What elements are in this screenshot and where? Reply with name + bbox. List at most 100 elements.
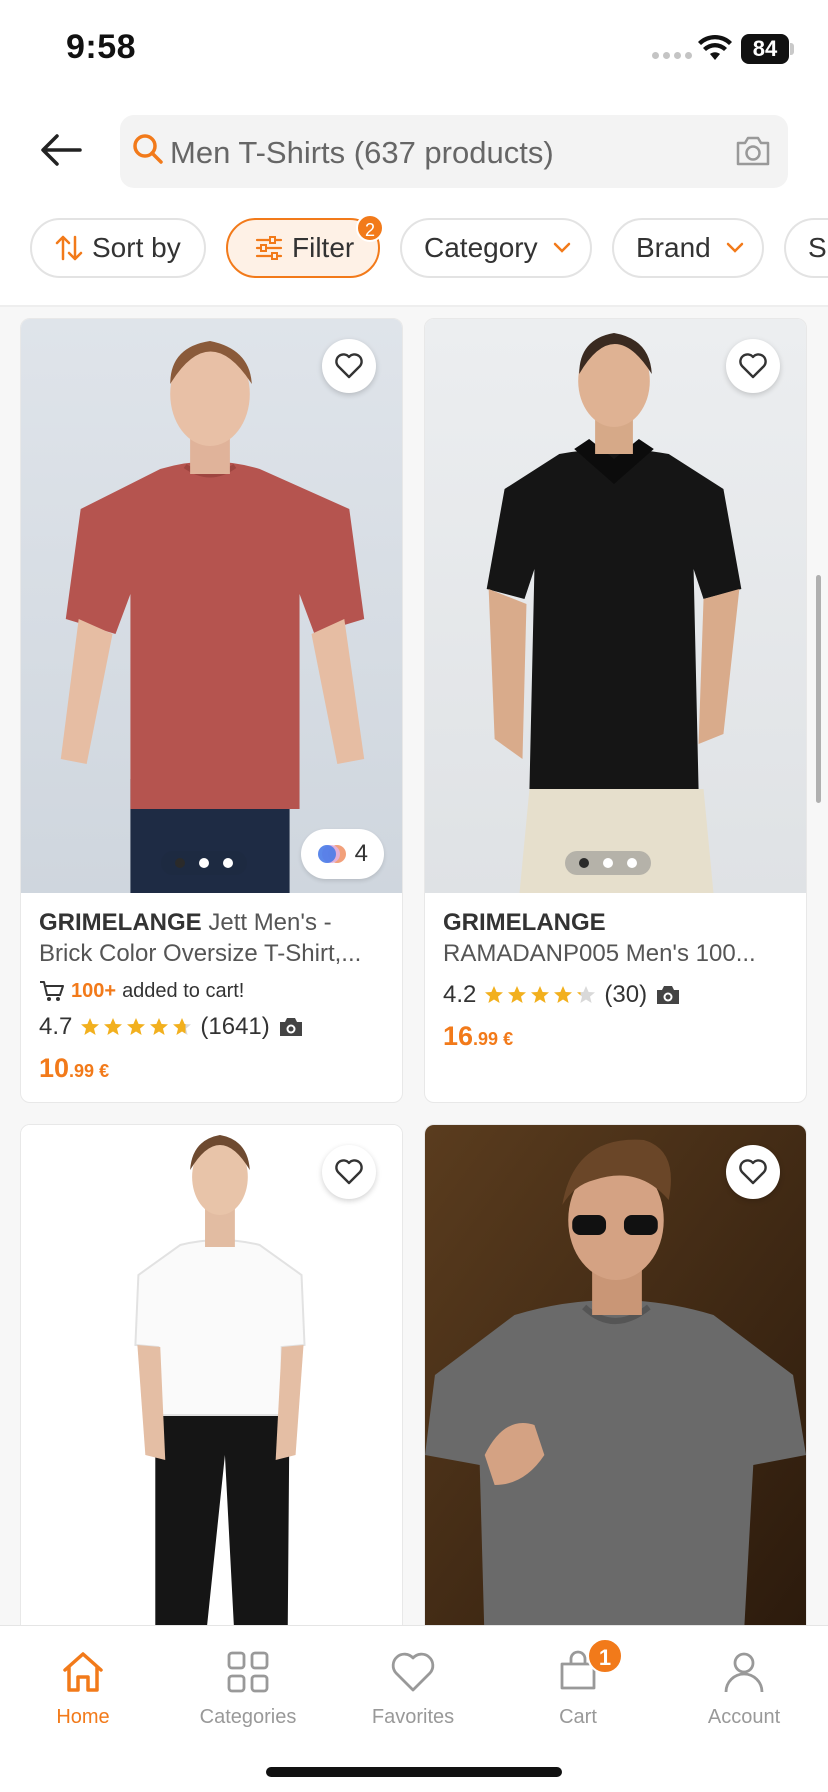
product-title-line-2: Brick Color Oversize T-Shirt,... xyxy=(39,940,362,967)
status-time: 9:58 xyxy=(66,28,137,66)
product-image[interactable] xyxy=(425,1125,806,1644)
product-image[interactable] xyxy=(21,319,402,893)
sort-button[interactable]: Sort by xyxy=(30,218,206,278)
color-swatch-icon xyxy=(317,845,346,863)
star-icon xyxy=(127,1018,146,1035)
star-icon xyxy=(173,1018,192,1035)
search-icon xyxy=(133,134,163,164)
star-rating xyxy=(484,985,596,1005)
filter-chip-bar: Sort by Filter 2 Category Brand Si xyxy=(0,214,828,278)
cart-count-badge: 1 xyxy=(587,1638,623,1674)
product-title: GRIMELANGE Jett Men's - xyxy=(39,907,387,938)
search-input[interactable]: Men T-Shirts (637 products) xyxy=(120,115,788,188)
star-icon xyxy=(81,1018,100,1035)
price-cents: .99 € xyxy=(473,1029,514,1049)
product-image[interactable] xyxy=(425,319,806,893)
nav-home[interactable]: Home xyxy=(8,1640,158,1740)
price-main: 10 xyxy=(39,1053,70,1083)
cart-icon xyxy=(40,981,64,1001)
search-query: Men T-Shirts (637 products) xyxy=(170,135,554,170)
heart-icon xyxy=(335,1159,363,1185)
back-arrow-icon xyxy=(41,134,82,166)
camera-icon[interactable] xyxy=(734,133,772,169)
battery-tip xyxy=(790,43,794,55)
heart-icon xyxy=(335,353,363,379)
product-price: 16.99 € xyxy=(443,1021,791,1052)
heart-icon xyxy=(391,1652,435,1692)
cellular-signal-icon xyxy=(652,52,692,59)
price-main: 16 xyxy=(443,1021,474,1051)
home-indicator xyxy=(266,1767,562,1777)
favorite-button[interactable] xyxy=(322,1145,376,1199)
product-image[interactable] xyxy=(21,1125,402,1644)
heart-icon xyxy=(739,353,767,379)
price-cents: .99 € xyxy=(69,1061,110,1081)
variant-count: 4 xyxy=(354,840,368,867)
product-title-line-2: RAMADANP005 Men's 100... xyxy=(443,940,756,967)
filter-count-badge: 2 xyxy=(356,214,384,242)
chevron-down-icon xyxy=(553,242,570,253)
star-icon xyxy=(554,986,573,1003)
favorite-button[interactable] xyxy=(726,339,780,393)
size-dropdown[interactable]: Si xyxy=(784,218,828,278)
status-bar: 9:58 84 xyxy=(0,0,828,100)
star-icon xyxy=(150,1018,169,1035)
grid-icon xyxy=(227,1651,269,1693)
nav-favorites[interactable]: Favorites xyxy=(338,1640,488,1740)
battery-indicator: 84 xyxy=(741,34,789,64)
rating-value: 4.2 xyxy=(443,981,477,1008)
favorite-button[interactable] xyxy=(726,1145,780,1199)
size-label: Si xyxy=(808,232,828,263)
product-brand: GRIMELANGE xyxy=(39,909,202,936)
product-info: GRIMELANGE RAMADANP005 Men's 100... 4.2 … xyxy=(443,907,791,1052)
star-rating xyxy=(80,1017,192,1037)
category-label: Category xyxy=(424,232,538,263)
image-pager-dots xyxy=(161,851,247,875)
star-icon xyxy=(485,986,504,1003)
product-brand: GRIMELANGE xyxy=(443,909,606,936)
star-icon xyxy=(531,986,550,1003)
chevron-down-icon xyxy=(726,242,743,253)
nav-cart[interactable]: Cart 1 xyxy=(503,1638,653,1740)
product-card[interactable] xyxy=(20,1124,403,1644)
product-card[interactable]: GRIMELANGE RAMADANP005 Men's 100... 4.2 … xyxy=(424,318,807,1103)
nav-home-label: Home xyxy=(56,1706,110,1728)
review-count: (1641) xyxy=(200,1013,270,1040)
favorite-button[interactable] xyxy=(322,339,376,393)
scrollbar[interactable] xyxy=(816,575,821,803)
cart-popularity-badge: 100+ added to cart! xyxy=(39,977,387,1005)
wifi-icon xyxy=(698,34,732,60)
brand-label: Brand xyxy=(636,232,711,263)
nav-cart-label: Cart xyxy=(559,1706,597,1728)
rating: 4.2 (30) xyxy=(443,979,791,1011)
product-card[interactable]: 4 GRIMELANGE Jett Men's - Brick Color Ov… xyxy=(20,318,403,1103)
product-info: GRIMELANGE Jett Men's - Brick Color Over… xyxy=(39,907,387,1084)
brand-dropdown[interactable]: Brand xyxy=(612,218,764,278)
product-name: Jett Men's - xyxy=(201,909,332,936)
filter-label: Filter xyxy=(292,232,355,263)
product-price: 10.99 € xyxy=(39,1053,387,1084)
home-icon xyxy=(63,1652,103,1692)
nav-account[interactable]: Account xyxy=(669,1640,819,1740)
cart-count: 100+ xyxy=(71,979,117,1002)
star-icon xyxy=(508,986,527,1003)
photo-review-icon xyxy=(657,986,680,1004)
sort-label: Sort by xyxy=(92,232,181,263)
product-card[interactable] xyxy=(424,1124,807,1644)
cart-text: added to cart! xyxy=(122,979,245,1002)
nav-account-label: Account xyxy=(707,1706,781,1728)
back-button[interactable] xyxy=(36,128,86,172)
rating: 4.7 (1641) xyxy=(39,1011,387,1043)
nav-favorites-label: Favorites xyxy=(371,1706,455,1728)
rating-value: 4.7 xyxy=(39,1013,73,1040)
category-dropdown[interactable]: Category xyxy=(400,218,592,278)
sliders-icon xyxy=(255,236,283,260)
nav-categories-label: Categories xyxy=(199,1706,297,1728)
color-variants-badge[interactable]: 4 xyxy=(300,829,384,879)
product-title: GRIMELANGE xyxy=(443,907,791,938)
user-icon xyxy=(724,1652,764,1693)
photo-review-icon xyxy=(279,1018,302,1036)
image-pager-dots xyxy=(565,851,651,875)
star-icon xyxy=(104,1018,123,1035)
nav-categories[interactable]: Categories xyxy=(173,1640,323,1740)
